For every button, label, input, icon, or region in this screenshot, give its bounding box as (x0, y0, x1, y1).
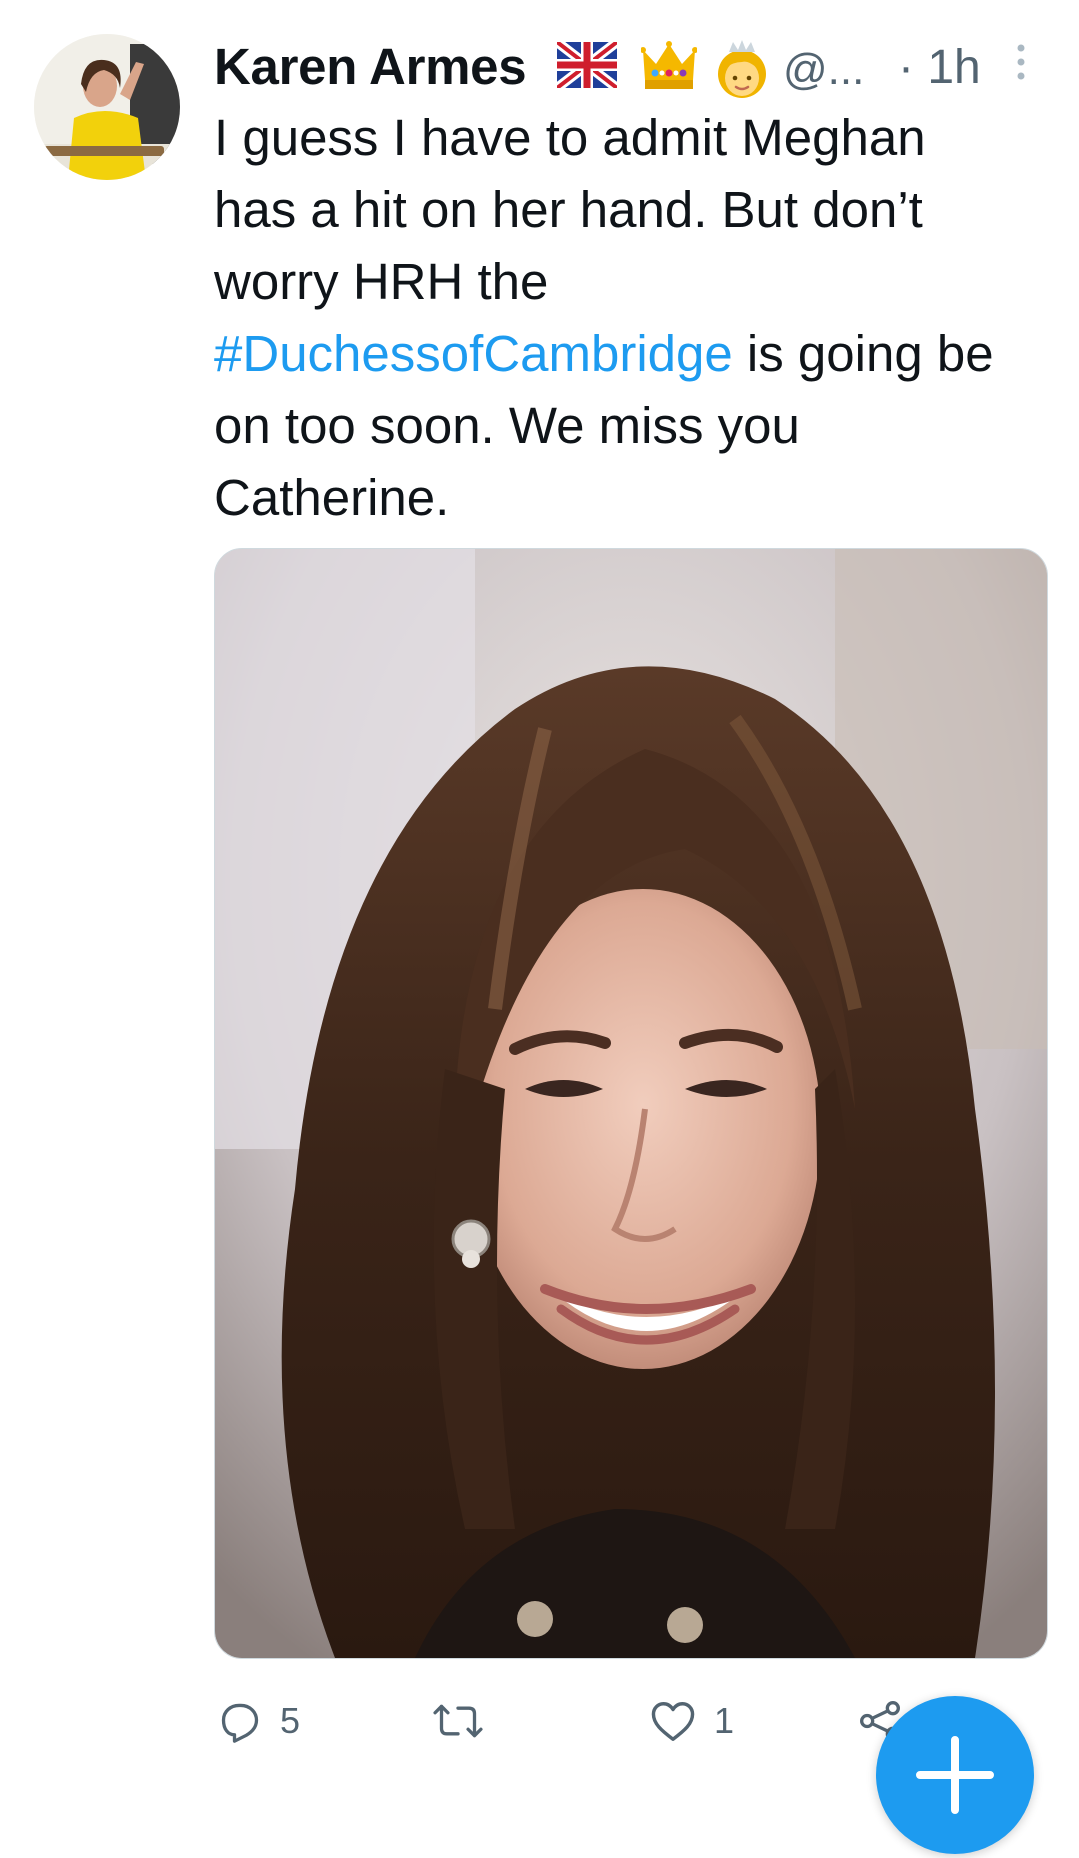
more-options-icon[interactable] (1014, 42, 1028, 82)
author-name[interactable]: Karen Armes (214, 38, 527, 96)
hashtag-link[interactable]: #DuchessofCambridge (214, 325, 733, 382)
tweet-text-line: on too soon. We miss you (214, 397, 800, 454)
tweet-text-line-hashtag: #DuchessofCambridge is going be (214, 318, 1064, 390)
plus-icon (916, 1736, 994, 1814)
tweet-time[interactable]: · 1h (898, 40, 981, 96)
avatar-image (34, 34, 180, 180)
tweet-text-line: worry HRH the (214, 253, 549, 310)
tweet-text-line: Catherine. (214, 469, 450, 526)
author-handle[interactable]: @... (783, 44, 864, 96)
compose-tweet-button[interactable] (876, 1696, 1034, 1854)
uk-flag-icon (557, 42, 617, 88)
tweet-photo[interactable] (214, 548, 1048, 1659)
heart-icon (651, 1702, 695, 1741)
reply-button[interactable]: 5 (218, 1696, 300, 1746)
retweet-icon (433, 1704, 483, 1738)
crown-icon (641, 41, 697, 89)
tweet-text-line: has a hit on her hand. But don’t (214, 181, 923, 238)
portrait-photo (215, 549, 1047, 1658)
retweet-button[interactable] (432, 1696, 502, 1746)
tweet-header: Karen Armes @... · 1h (214, 34, 1044, 100)
tweet-text-line: I guess I have to admit Meghan (214, 109, 926, 166)
tweet-text-fragment: is going be (732, 325, 994, 382)
reply-count: 5 (280, 1700, 301, 1741)
princess-icon (718, 40, 766, 98)
reply-icon (221, 1703, 259, 1743)
like-count: 1 (714, 1700, 735, 1741)
like-button[interactable]: 1 (650, 1696, 734, 1746)
avatar[interactable] (34, 34, 180, 180)
tweet-text: I guess I have to admit Meghan has a hit… (214, 102, 1064, 534)
